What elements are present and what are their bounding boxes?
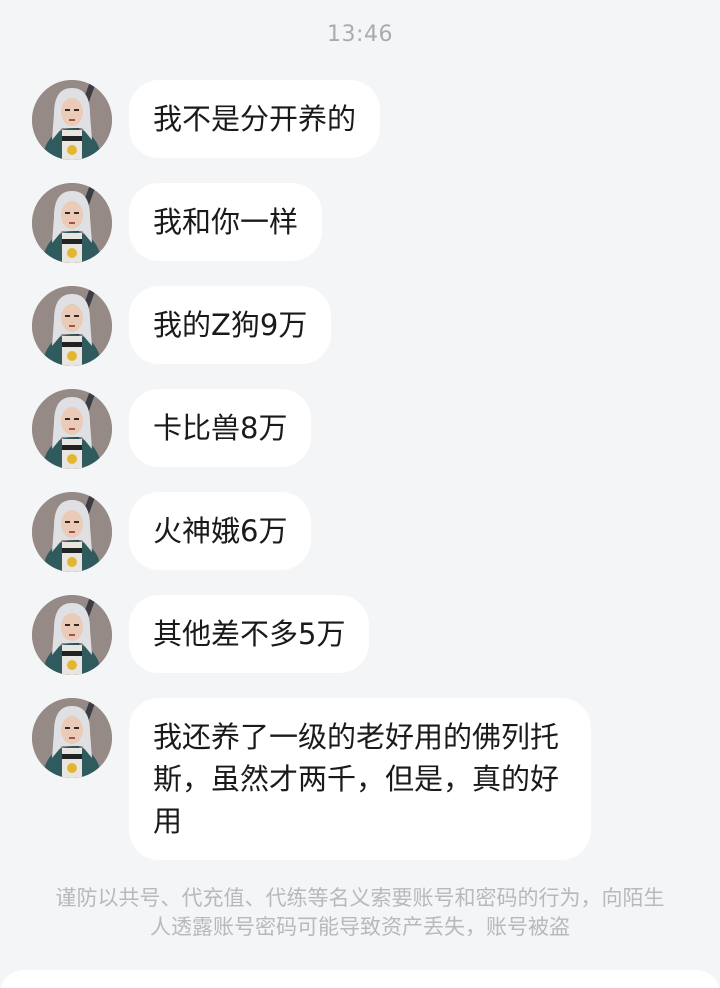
avatar[interactable] [32, 492, 112, 572]
chat-message: 我还养了一级的老好用的佛列托斯，虽然才两千，但是，真的好用 [32, 698, 591, 860]
message-bubble[interactable]: 我的Z狗9万 [129, 286, 332, 364]
avatar[interactable] [32, 595, 112, 675]
avatar-icon [32, 80, 112, 160]
avatar[interactable] [32, 80, 112, 160]
chat-message: 我的Z狗9万 [32, 286, 332, 366]
avatar-icon [32, 595, 112, 675]
avatar-icon [32, 286, 112, 366]
security-notice: 谨防以共号、代充值、代练等名义索要账号和密码的行为，向陌生人透露账号密码可能导致… [55, 886, 665, 939]
avatar[interactable] [32, 389, 112, 469]
message-timestamp: 13:46 [327, 22, 393, 47]
input-bar[interactable] [0, 970, 720, 988]
message-bubble[interactable]: 火神娥6万 [129, 492, 312, 570]
message-bubble[interactable]: 我还养了一级的老好用的佛列托斯，虽然才两千，但是，真的好用 [129, 698, 591, 860]
message-bubble[interactable]: 我不是分开养的 [129, 80, 381, 158]
chat-message: 卡比兽8万 [32, 389, 312, 469]
chat-message: 火神娥6万 [32, 492, 312, 572]
message-bubble[interactable]: 我和你一样 [129, 183, 323, 261]
chat-message: 我不是分开养的 [32, 80, 381, 160]
avatar-icon [32, 698, 112, 778]
message-bubble[interactable]: 其他差不多5万 [129, 595, 370, 673]
avatar[interactable] [32, 183, 112, 263]
avatar-icon [32, 389, 112, 469]
chat-view: 13:46 我不是分开养的 我和你一样 我的Z狗9万 卡比兽8万 火神娥6万 其… [0, 0, 720, 988]
chat-message: 我和你一样 [32, 183, 323, 263]
avatar[interactable] [32, 698, 112, 778]
message-bubble[interactable]: 卡比兽8万 [129, 389, 312, 467]
avatar[interactable] [32, 286, 112, 366]
chat-message: 其他差不多5万 [32, 595, 370, 675]
avatar-icon [32, 183, 112, 263]
avatar-icon [32, 492, 112, 572]
